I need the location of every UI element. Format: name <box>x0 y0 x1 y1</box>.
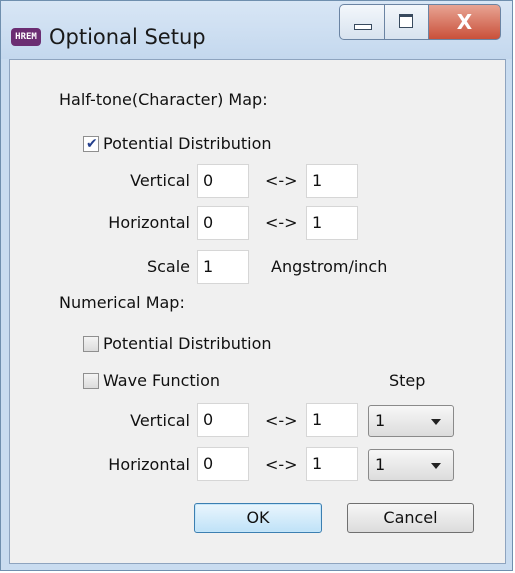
numerical-potential-checkbox[interactable] <box>83 336 99 352</box>
halftone-horizontal-label: Horizontal <box>108 213 190 232</box>
halftone-section-label: Half-tone(Character) Map: <box>59 90 268 109</box>
halftone-horizontal-to-input[interactable]: 1 <box>306 206 358 240</box>
halftone-vertical-from-input[interactable]: 0 <box>197 164 249 198</box>
numerical-vertical-label: Vertical <box>130 411 190 430</box>
numerical-vertical-range-arrow: <-> <box>265 411 298 430</box>
numerical-vertical-from-input[interactable]: 0 <box>197 403 249 437</box>
numerical-potential-label: Potential Distribution <box>103 334 272 353</box>
scale-input[interactable]: 1 <box>197 250 249 284</box>
numerical-horizontal-label: Horizontal <box>108 455 190 474</box>
halftone-horizontal-from-input[interactable]: 0 <box>197 206 249 240</box>
vertical-step-value: 1 <box>375 411 386 430</box>
chevron-down-icon <box>431 463 441 469</box>
numerical-horizontal-range-arrow: <-> <box>265 455 298 474</box>
wave-function-label: Wave Function <box>103 371 221 390</box>
vertical-step-dropdown[interactable]: 1 <box>368 405 454 437</box>
dialog-client-area: Half-tone(Character) Map: ✔ Potential Di… <box>9 59 506 564</box>
step-label: Step <box>389 371 426 390</box>
halftone-vertical-to-input[interactable]: 1 <box>306 164 358 198</box>
window-title: Optional Setup <box>49 25 206 49</box>
maximize-icon <box>399 14 413 28</box>
halftone-vertical-label: Vertical <box>130 171 190 190</box>
cancel-button[interactable]: Cancel <box>347 503 474 533</box>
chevron-down-icon <box>431 419 441 425</box>
ok-button[interactable]: OK <box>194 503 322 533</box>
minimize-icon <box>354 24 372 30</box>
halftone-vertical-range-arrow: <-> <box>265 171 298 190</box>
close-button[interactable]: X <box>429 4 501 40</box>
minimize-button[interactable] <box>339 4 385 40</box>
numerical-section-label: Numerical Map: <box>59 293 185 312</box>
scale-label: Scale <box>146 257 190 276</box>
halftone-horizontal-range-arrow: <-> <box>265 213 298 232</box>
app-icon: HREM <box>11 28 41 46</box>
title-bar[interactable]: HREM Optional Setup X <box>1 1 512 59</box>
numerical-vertical-to-input[interactable]: 1 <box>306 403 358 437</box>
dialog-window: HREM Optional Setup X Half-tone(Characte… <box>0 0 513 571</box>
halftone-potential-label: Potential Distribution <box>103 134 272 153</box>
numerical-horizontal-from-input[interactable]: 0 <box>197 447 249 481</box>
maximize-button[interactable] <box>385 4 429 40</box>
horizontal-step-value: 1 <box>375 455 386 474</box>
numerical-horizontal-to-input[interactable]: 1 <box>306 447 358 481</box>
close-icon: X <box>456 10 473 34</box>
horizontal-step-dropdown[interactable]: 1 <box>368 449 454 481</box>
scale-unit-label: Angstrom/inch <box>271 257 388 276</box>
checkmark-icon: ✔ <box>86 136 98 152</box>
wave-function-checkbox[interactable] <box>83 373 99 389</box>
halftone-potential-checkbox[interactable]: ✔ <box>83 136 99 152</box>
